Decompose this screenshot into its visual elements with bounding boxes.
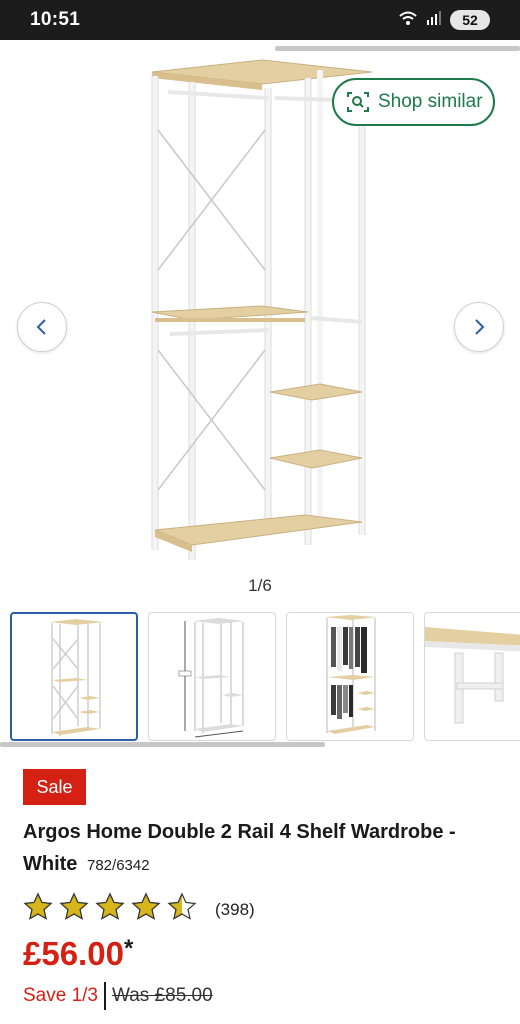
thumb-detail[interactable] [424,612,520,741]
status-time: 10:51 [30,9,81,30]
product-title-block: Argos Home Double 2 Rail 4 Shelf Wardrob… [23,816,503,882]
previous-image-button[interactable] [17,302,67,352]
star-icon [167,892,197,920]
star-icon [59,892,89,920]
status-icons: 52 [398,10,490,31]
current-price: £56.00* [23,935,133,973]
review-count[interactable]: (398) [215,900,255,920]
price-value: £56.00 [23,935,124,972]
rating-row[interactable]: (398) [23,892,255,927]
savings-divider [104,982,106,1010]
battery-icon: 52 [450,10,490,30]
visual-search-icon [346,90,370,114]
thumb-dimensions[interactable] [148,612,276,741]
was-price: Was £85.00 [112,985,213,1006]
stars [23,892,203,927]
shop-similar-button[interactable]: Shop similar [332,78,495,126]
image-counter: 1/6 [248,576,272,595]
star-icon [95,892,125,920]
save-amount: Save 1/3 [23,985,98,1006]
next-image-button[interactable] [454,302,504,352]
product-sku: 782/6342 [87,857,150,874]
wardrobe-illustration [151,59,373,560]
chevron-right-icon [475,319,485,335]
thumbnail-strip[interactable] [10,612,520,742]
thumb-front-view[interactable] [10,612,138,741]
price-asterisk: * [123,935,134,962]
thumb-with-clothes[interactable] [286,612,414,741]
shop-similar-label: Shop similar [378,91,483,112]
product-main-image[interactable] [0,52,520,572]
star-icon [23,892,53,920]
signal-icon [426,10,442,31]
chevron-left-icon [36,319,46,335]
savings-row: Save 1/3 Was £85.00 [23,982,213,1010]
status-bar: 10:51 52 [0,0,520,40]
star-icon [131,892,161,920]
top-scroll-thumb [275,46,520,51]
wifi-icon [398,10,418,31]
thumbnail-scroll-bar[interactable] [0,742,325,747]
sale-badge: Sale [23,769,86,805]
